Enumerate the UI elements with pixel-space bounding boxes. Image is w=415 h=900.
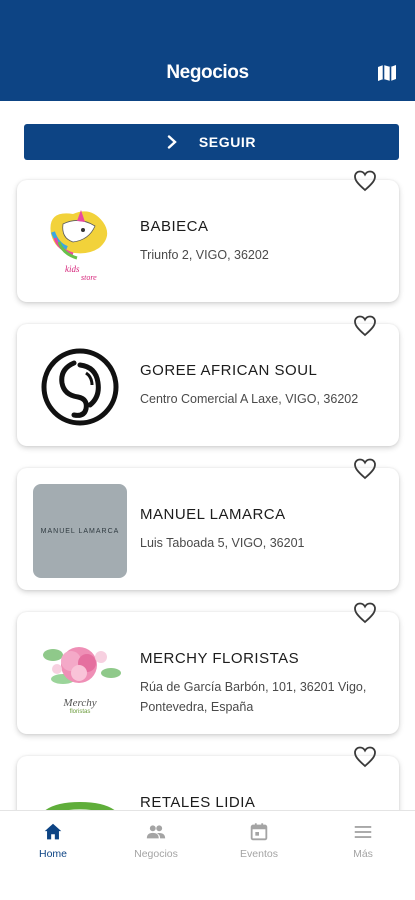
favorite-button[interactable]	[353, 602, 377, 624]
business-address: Rúa de García Barbón, 101, 36201 Vigo, P…	[140, 680, 367, 714]
business-card[interactable]: GOREE AFRICAN SOUL Centro Comercial A La…	[17, 324, 399, 446]
business-card[interactable]: kids store BABIECA Triunfo 2, VIGO, 3620…	[17, 180, 399, 302]
business-logo: MANUEL LAMARCA	[33, 484, 127, 578]
favorite-button[interactable]	[353, 458, 377, 480]
logo-text: Merchy	[63, 697, 97, 709]
business-logo	[33, 772, 127, 810]
business-address: Centro Comercial A Laxe, VIGO, 36202	[140, 392, 359, 406]
tab-label: Más	[353, 848, 373, 860]
green-badge-logo	[45, 802, 115, 810]
favorite-button[interactable]	[353, 315, 377, 337]
svg-text:kids: kids	[65, 264, 80, 274]
follow-button[interactable]: SEGUIR	[24, 124, 399, 160]
menu-icon	[354, 826, 372, 838]
map-icon	[378, 65, 396, 81]
header-bar: Negocios	[0, 0, 415, 101]
business-name: RETALES LIDIA	[140, 794, 256, 810]
business-address: Triunfo 2, VIGO, 36202	[140, 248, 269, 262]
favorite-button[interactable]	[353, 746, 377, 768]
follow-button-label: SEGUIR	[198, 134, 257, 150]
business-card[interactable]: Merchy floristas MERCHY FLORISTAS Rúa de…	[17, 612, 399, 734]
calendar-icon	[250, 823, 268, 841]
tab-label: Home	[38, 848, 67, 860]
tab-mas[interactable]: Más	[318, 821, 408, 871]
bottom-tab-bar: Home Negocios Eventos Más	[0, 810, 415, 900]
heart-icon	[354, 602, 376, 624]
heart-icon	[354, 458, 376, 480]
heart-icon	[354, 746, 376, 768]
business-logo: Merchy floristas	[33, 628, 127, 722]
business-card[interactable]: MANUEL LAMARCA MANUEL LAMARCA Luis Taboa…	[17, 468, 399, 590]
tab-label: Negocios	[134, 848, 178, 860]
logo-subtext: floristas	[69, 709, 91, 715]
business-name: BABIECA	[140, 218, 209, 235]
business-name: GOREE AFRICAN SOUL	[140, 362, 318, 379]
lion-circle-logo	[41, 348, 119, 426]
svg-text:store: store	[81, 273, 97, 282]
business-name: MERCHY FLORISTAS	[140, 650, 300, 667]
unicorn-logo: kids store	[50, 210, 108, 282]
map-button[interactable]	[376, 63, 398, 83]
heart-icon	[354, 170, 376, 192]
tab-home[interactable]: Home	[8, 821, 98, 871]
flower-logo	[43, 647, 121, 684]
business-list[interactable]: kids store BABIECA Triunfo 2, VIGO, 3620…	[0, 170, 415, 810]
chevron-right-icon	[167, 135, 177, 149]
app-screen: Negocios SEGUIR kids store BABIECA Triun…	[0, 0, 415, 900]
page-title: Negocios	[166, 62, 249, 83]
favorite-button[interactable]	[353, 170, 377, 192]
business-name: MANUEL LAMARCA	[140, 506, 286, 523]
tab-negocios[interactable]: Negocios	[111, 821, 201, 871]
people-icon	[146, 825, 166, 839]
business-logo: kids store	[33, 196, 127, 290]
tab-label: Eventos	[240, 848, 278, 860]
logo-text: MANUEL LAMARCA	[40, 527, 120, 535]
business-address: Luis Taboada 5, VIGO, 36201	[140, 536, 305, 550]
business-card[interactable]: RETALES LIDIA	[17, 756, 399, 810]
heart-icon	[354, 315, 376, 337]
business-logo	[33, 340, 127, 434]
home-icon	[44, 823, 62, 840]
tab-eventos[interactable]: Eventos	[214, 821, 304, 871]
